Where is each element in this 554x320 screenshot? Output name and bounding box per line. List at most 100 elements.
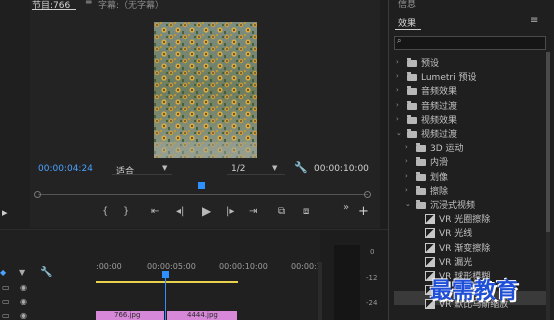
- chevron-right-icon[interactable]: ›: [396, 58, 399, 66]
- mark-in-icon[interactable]: {: [102, 206, 108, 217]
- tab-program-underline: [32, 9, 76, 10]
- resolution-dropdown[interactable]: 1/2: [231, 164, 245, 174]
- clip[interactable]: 766.jpg: [96, 311, 164, 320]
- effect-label: VR 漏光: [439, 258, 473, 268]
- effects-search-input[interactable]: [394, 36, 546, 50]
- add-button-icon[interactable]: +: [358, 204, 369, 219]
- program-tabbar: [30, 0, 380, 10]
- fit-dropdown-arrow-icon[interactable]: ▼: [162, 164, 167, 172]
- search-icon: ⌕: [397, 36, 402, 45]
- meter-label: -24: [366, 299, 378, 307]
- chevron-right-icon[interactable]: ›: [396, 115, 399, 123]
- tab-program-menu-icon[interactable]: ≡: [85, 0, 93, 7]
- ruler-label: :00:00: [96, 262, 122, 271]
- ruler-label: 00:00:10:00: [219, 262, 268, 271]
- scrub-out-handle[interactable]: [364, 191, 371, 198]
- button-editor-icon[interactable]: »: [343, 202, 349, 213]
- effect-label: VR 光圈擦除: [439, 215, 491, 225]
- effect-label: 擦除: [430, 187, 449, 197]
- transition-effect-icon: [425, 214, 435, 224]
- chevron-right-icon[interactable]: ›: [405, 172, 408, 180]
- meter-label: 0: [370, 248, 375, 256]
- duration-timecode: 00:00:10:00: [314, 164, 369, 174]
- effects-panel-title[interactable]: 效果: [398, 16, 416, 29]
- folder-icon: [407, 58, 417, 67]
- sunflower-image: [154, 22, 257, 158]
- current-timecode[interactable]: 00:00:04:24: [38, 164, 93, 174]
- timeline-playhead[interactable]: [162, 271, 169, 278]
- watermark: 最需教育: [430, 278, 519, 304]
- fit-dropdown-underline: [112, 174, 172, 175]
- folder-icon: [407, 101, 417, 110]
- timeline-scrollbar[interactable]: [318, 262, 322, 320]
- chevron-right-icon[interactable]: ›: [405, 143, 408, 151]
- timeline-wrench-icon[interactable]: 🔧: [40, 267, 52, 278]
- extract-icon[interactable]: ⧈: [303, 206, 309, 217]
- chevron-right-icon[interactable]: ›: [405, 186, 408, 194]
- chevron-down-icon[interactable]: ⌄: [405, 200, 411, 208]
- effect-label: 音频效果: [421, 87, 458, 97]
- track-eye-icon[interactable]: ◉: [20, 311, 27, 320]
- work-area-bar[interactable]: [96, 281, 238, 283]
- effect-label: 沉浸式视频: [430, 201, 476, 211]
- effect-label: 视频效果: [421, 116, 458, 126]
- transition-effect-icon: [425, 243, 435, 253]
- go-to-out-icon[interactable]: ⇥: [249, 206, 257, 217]
- track-toggle-icon[interactable]: ▭: [2, 283, 10, 292]
- track-eye-icon[interactable]: ◉: [20, 297, 27, 306]
- meter-label: -12: [366, 274, 378, 282]
- clip-name: 4444.jpg: [187, 311, 218, 319]
- chevron-right-icon[interactable]: ›: [396, 101, 399, 109]
- chevron-right-icon[interactable]: ›: [396, 86, 399, 94]
- effects-scrollbar-thumb[interactable]: [546, 52, 550, 232]
- chevron-down-icon[interactable]: ⌄: [396, 129, 402, 137]
- scrub-in-handle[interactable]: [34, 191, 41, 198]
- timeline-playhead-line: [165, 278, 166, 320]
- effect-label: 音频过渡: [421, 102, 458, 112]
- left-gutter: [0, 0, 30, 228]
- marker-icon[interactable]: ▼: [19, 268, 25, 277]
- snap-icon[interactable]: ◆: [0, 268, 6, 277]
- resolution-dropdown-arrow-icon[interactable]: ▼: [272, 164, 277, 172]
- track-toggle-icon[interactable]: ▭: [2, 297, 10, 306]
- folder-icon: [416, 200, 426, 209]
- tab-info[interactable]: 信息: [398, 0, 416, 10]
- chevron-right-icon[interactable]: ›: [405, 157, 408, 165]
- effect-label: 3D 运动: [430, 144, 464, 154]
- resolution-dropdown-underline: [227, 174, 285, 175]
- folder-icon: [407, 86, 417, 95]
- effect-label: Lumetri 预设: [421, 73, 477, 83]
- clip[interactable]: 4444.jpg: [167, 311, 237, 320]
- settings-wrench-icon[interactable]: 🔧: [294, 161, 308, 174]
- folder-icon: [416, 186, 426, 195]
- chevron-right-icon[interactable]: ›: [396, 72, 399, 80]
- tab-caption[interactable]: 字幕:（无字幕）: [98, 0, 164, 11]
- program-scrub-bar[interactable]: [38, 194, 368, 195]
- mark-out-icon[interactable]: }: [123, 206, 129, 217]
- track-toggle-icon[interactable]: ▭: [2, 311, 10, 320]
- effect-label: VR 光线: [439, 229, 473, 239]
- effect-label: 预设: [421, 59, 440, 69]
- lift-icon[interactable]: ⧉: [278, 206, 285, 217]
- program-playhead[interactable]: [198, 182, 205, 189]
- left-expand-icon[interactable]: ▸: [2, 206, 8, 219]
- folder-icon: [416, 157, 426, 166]
- folder-icon: [407, 72, 417, 81]
- transition-effect-icon: [425, 257, 435, 267]
- step-forward-icon[interactable]: |▸: [226, 206, 234, 217]
- folder-icon: [416, 172, 426, 181]
- play-icon[interactable]: ▶: [202, 204, 211, 218]
- transition-effect-icon: [425, 228, 435, 238]
- go-to-in-icon[interactable]: ⇤: [151, 206, 159, 217]
- track-eye-icon[interactable]: ◉: [20, 283, 27, 292]
- video-preview[interactable]: [154, 22, 257, 158]
- folder-icon: [407, 129, 417, 138]
- effects-title-underline: [395, 29, 421, 30]
- step-back-icon[interactable]: ◂|: [176, 206, 184, 217]
- effect-label: 划像: [430, 173, 449, 183]
- folder-icon: [407, 115, 417, 124]
- fit-dropdown[interactable]: 适合: [116, 164, 134, 177]
- effects-menu-icon[interactable]: ≡: [530, 15, 538, 26]
- effect-label: 视频过渡: [421, 130, 458, 140]
- effect-label: VR 渐变擦除: [439, 244, 491, 254]
